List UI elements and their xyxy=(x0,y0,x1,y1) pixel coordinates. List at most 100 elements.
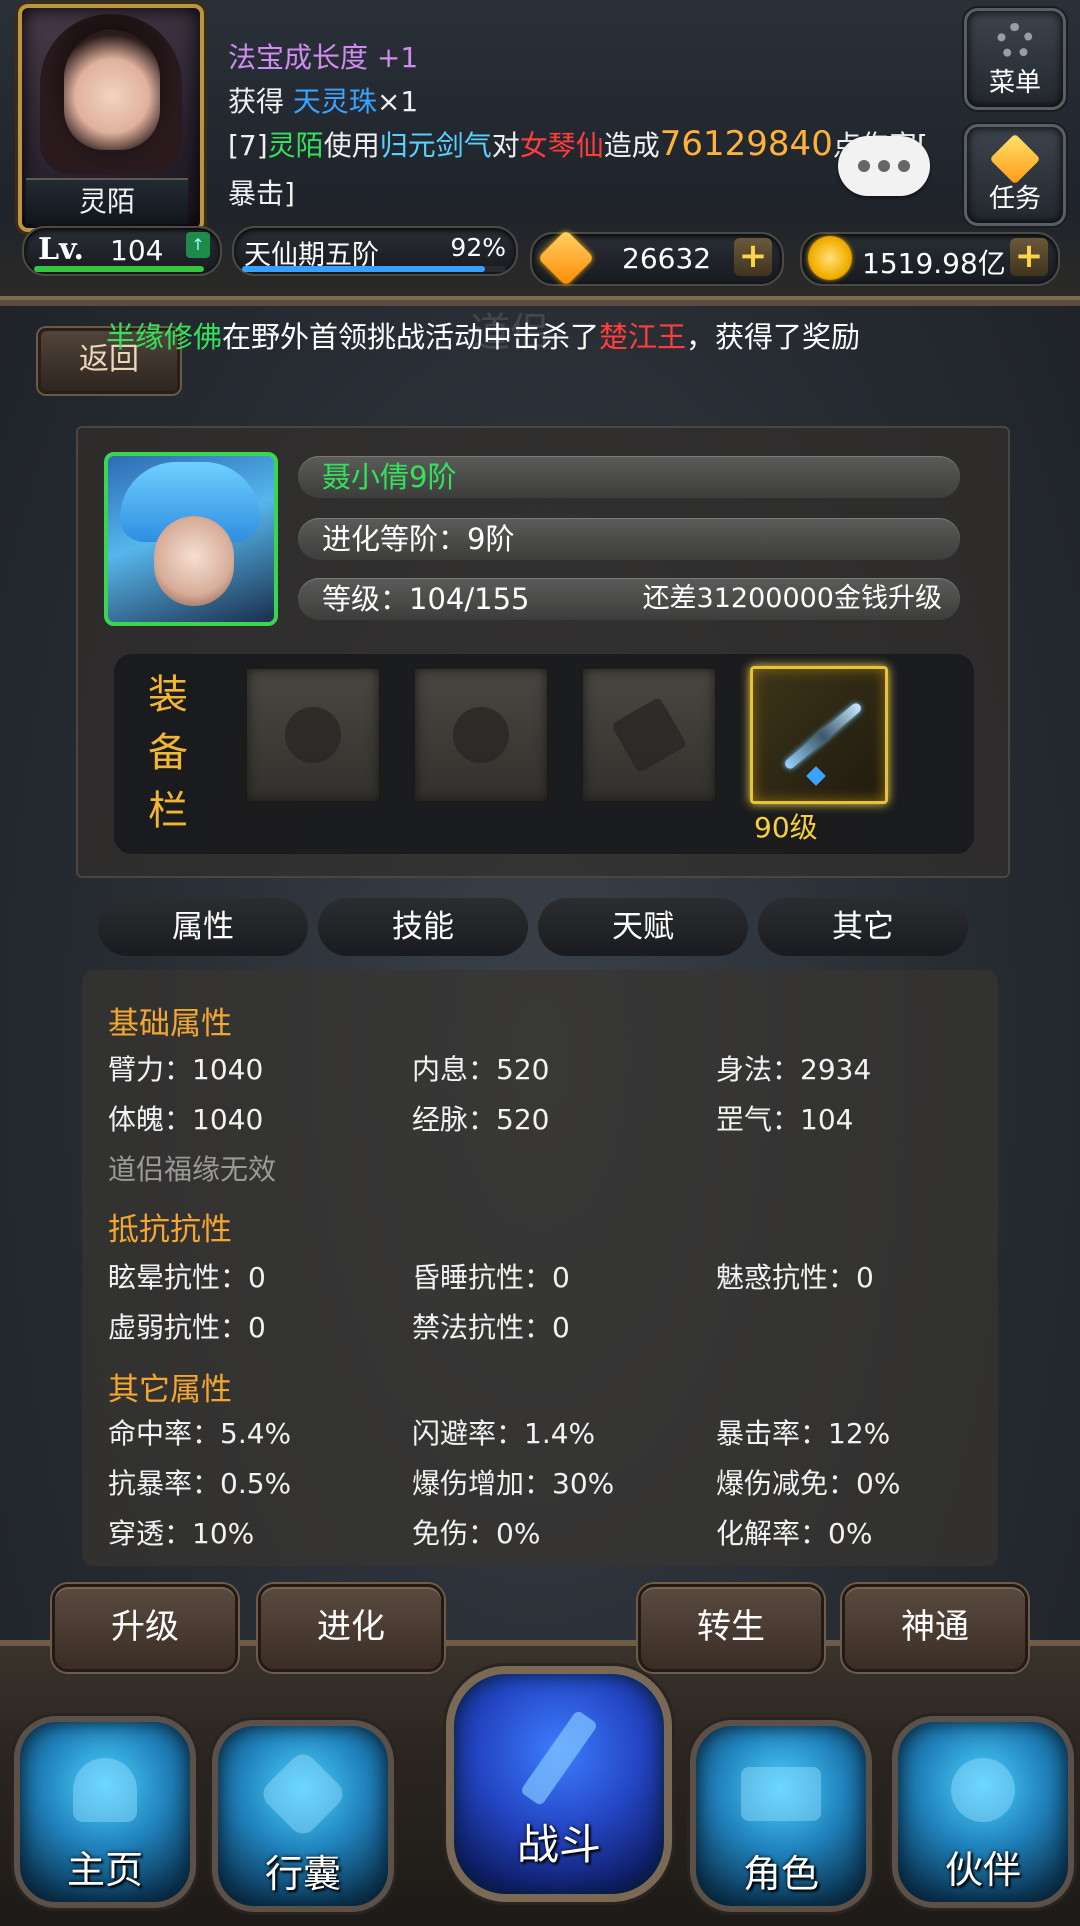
message-combat-skill: 归元剑气 xyxy=(379,129,492,162)
partner-beast-icon xyxy=(951,1758,1015,1823)
equipment-label: 装 备 栏 xyxy=(146,666,190,840)
message-combat-damage: 76129840 xyxy=(659,124,833,164)
divine-power-button[interactable]: 神通 xyxy=(842,1584,1028,1672)
attr-crit-damage-bonus: 爆伤增加：30% xyxy=(412,1467,615,1500)
nav-home[interactable]: 主页 xyxy=(14,1716,196,1908)
sword-battle-icon xyxy=(519,1709,599,1807)
attr-hit-rate: 命中率：5.4% xyxy=(108,1417,292,1450)
gold-coin-icon xyxy=(808,236,852,280)
equipment-label-char: 装 xyxy=(148,672,188,718)
avatar-name: 灵陌 xyxy=(26,178,188,224)
task-gem-icon xyxy=(989,133,1041,185)
message-growth-value: +1 xyxy=(376,41,419,74)
realm-progress-text: 92% xyxy=(450,233,506,262)
tab-talents[interactable]: 天赋 xyxy=(538,898,748,956)
exp-bar xyxy=(34,266,204,272)
partner-evolve-pill: 进化等阶：9阶 xyxy=(298,518,960,560)
attr-resolve-rate: 化解率：0% xyxy=(716,1517,873,1550)
bag-icon xyxy=(257,1749,349,1840)
player-avatar[interactable]: 灵陌 xyxy=(18,4,204,232)
book-silhouette-icon xyxy=(610,696,688,774)
attr-strength: 臂力：1040 xyxy=(108,1053,264,1086)
message-combat-to: 对 xyxy=(491,129,520,162)
nav-partner-label: 伙伴 xyxy=(944,1848,1021,1892)
diamond-count: 26632 xyxy=(622,242,712,275)
equip-slot-weapon[interactable] xyxy=(750,666,888,804)
diamond-box: 26632 + xyxy=(530,229,784,287)
attr-penetration: 穿透：10% xyxy=(108,1517,255,1550)
avatar-face xyxy=(64,30,160,150)
realm-progress-fill xyxy=(242,266,485,272)
diamond-icon xyxy=(537,229,595,287)
message-combat-cause: 造成 xyxy=(603,129,660,162)
task-button[interactable]: 任务 xyxy=(964,124,1066,226)
menu-button[interactable]: 菜单 xyxy=(964,8,1066,110)
evolve-button[interactable]: 进化 xyxy=(258,1584,444,1672)
attr-crit-resist: 抗暴率：0.5% xyxy=(108,1467,292,1500)
nav-battle[interactable]: 战斗 xyxy=(446,1666,672,1902)
nav-battle-label: 战斗 xyxy=(516,1820,601,1869)
menu-button-label: 菜单 xyxy=(988,68,1041,98)
partner-level-pill: 等级：104/155 还差31200000金钱升级 xyxy=(298,578,960,620)
message-growth-label: 法宝成长度 xyxy=(228,41,369,74)
add-diamond-button[interactable]: + xyxy=(734,238,772,276)
broadcast-player: 半缘修佛 xyxy=(106,320,223,354)
add-gold-button[interactable]: + xyxy=(1010,238,1048,276)
attr-dodge-rate: 闪避率：1.4% xyxy=(412,1417,596,1450)
broadcast-text-1: 在野外首领挑战活动中击杀了 xyxy=(222,320,600,354)
gourd-silhouette-icon xyxy=(285,707,341,763)
tab-skills[interactable]: 技能 xyxy=(318,898,528,956)
realm-progress-track xyxy=(242,266,506,272)
tab-attributes[interactable]: 属性 xyxy=(98,898,308,956)
message-obtain-prefix: 获得 xyxy=(228,85,285,118)
message-combat-actor: 灵陌 xyxy=(267,129,324,162)
nav-partner[interactable]: 伙伴 xyxy=(892,1716,1074,1908)
nav-character-label: 角色 xyxy=(742,1852,819,1896)
equip-slot-book[interactable] xyxy=(580,666,718,804)
message-line-3: [7]灵陌使用归元剑气对女琴仙造成76129840点伤害[ xyxy=(228,124,928,164)
weapon-gem-icon xyxy=(806,766,826,786)
attr-meridian: 经脉：520 xyxy=(412,1103,550,1136)
attr-weak-resist: 虚弱抗性：0 xyxy=(108,1311,266,1344)
home-icon xyxy=(73,1758,137,1823)
attr-inner-breath: 内息：520 xyxy=(412,1053,550,1086)
world-broadcast: 半缘修佛在野外首领挑战活动中击杀了楚江王，获得了奖励 xyxy=(106,314,860,356)
level-up-icon[interactable]: ↑ xyxy=(186,232,210,258)
sword-icon xyxy=(783,701,863,771)
attr-crit-rate: 暴击率：12% xyxy=(716,1417,891,1450)
equipment-label-char: 备 xyxy=(148,730,188,776)
nav-home-label: 主页 xyxy=(66,1848,143,1892)
basic-attributes-title: 基础属性 xyxy=(108,1006,232,1042)
level-box: Lv. 104 ↑ xyxy=(22,226,222,276)
attr-sleep-resist: 昏睡抗性：0 xyxy=(412,1261,570,1294)
level-prefix: Lv. xyxy=(38,232,84,267)
attr-crit-damage-reduction: 爆伤减免：0% xyxy=(716,1467,901,1500)
broadcast-text-2: ，获得了奖励 xyxy=(686,320,861,354)
basic-attributes-note: 道侣福缘无效 xyxy=(108,1153,277,1186)
equip-slot-accessory[interactable] xyxy=(244,666,382,804)
nav-character[interactable]: 角色 xyxy=(690,1720,872,1912)
message-line-1: 法宝成长度 +1 xyxy=(228,36,418,76)
equip-slot-pendant[interactable] xyxy=(412,666,550,804)
task-button-label: 任务 xyxy=(988,184,1041,214)
level-value: 104 xyxy=(110,234,164,267)
message-combat-use: 使用 xyxy=(323,129,380,162)
attr-charm-resist: 魅惑抗性：0 xyxy=(716,1261,874,1294)
weapon-level: 90级 xyxy=(754,811,818,844)
attr-damage-reduction: 免伤：0% xyxy=(412,1517,541,1550)
resist-attributes-title: 抵抗抗性 xyxy=(108,1212,232,1248)
upgrade-button[interactable]: 升级 xyxy=(52,1584,238,1672)
message-line-2: 获得 天灵珠×1 xyxy=(228,80,418,120)
message-obtain-item: 天灵珠 xyxy=(292,85,377,118)
partner-portrait[interactable] xyxy=(104,452,278,626)
pendant-silhouette-icon xyxy=(453,707,509,763)
equipment-label-char: 栏 xyxy=(148,788,188,834)
partner-upgrade-hint: 还差31200000金钱升级 xyxy=(642,583,942,614)
chat-bubble-icon[interactable] xyxy=(838,136,930,196)
attr-gang-qi: 罡气：104 xyxy=(716,1103,854,1136)
partner-name: 聂小倩9阶 xyxy=(322,460,457,494)
tab-other[interactable]: 其它 xyxy=(758,898,968,956)
partner-level: 等级：104/155 xyxy=(322,582,530,616)
nav-bag[interactable]: 行囊 xyxy=(212,1720,394,1912)
rebirth-button[interactable]: 转生 xyxy=(638,1584,824,1672)
